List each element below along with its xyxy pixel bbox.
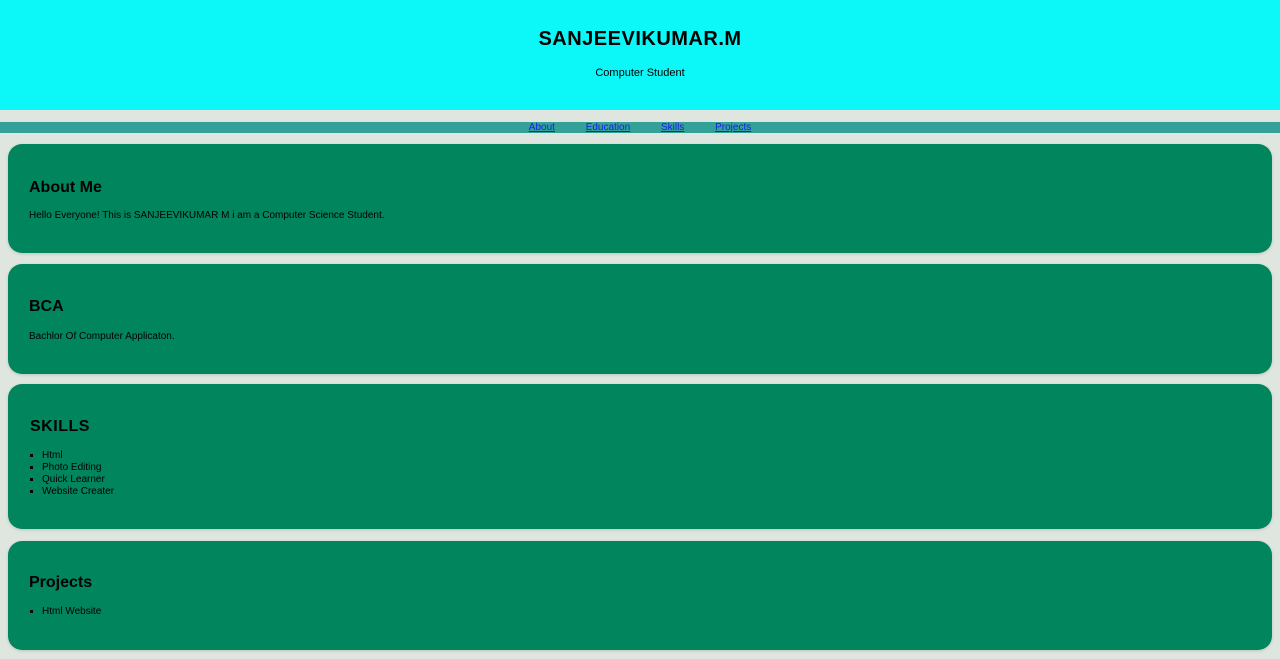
nav-link-about[interactable]: About [529,122,555,133]
about-section: About Me Hello Everyone! This is SANJEEV… [8,144,1272,253]
education-heading: BCA [29,298,64,315]
projects-list: Html Website [30,606,101,618]
skills-section: SKILLS Html Photo Editing Quick Learner … [8,384,1272,529]
nav-link-projects[interactable]: Projects [715,122,751,133]
projects-section: Projects Html Website [8,541,1272,650]
projects-heading: Projects [29,574,93,591]
skills-list-item: Html [42,450,114,462]
projects-list-item: Html Website [42,606,101,618]
page-header: SANJEEVIKUMAR.M Computer Student [0,0,1280,110]
skills-list-item: Photo Editing [42,462,114,474]
top-navigation: About Education Skills Projects [0,122,1280,133]
about-text: Hello Everyone! This is SANJEEVIKUMAR M … [29,210,385,221]
page-title: SANJEEVIKUMAR.M [538,28,742,50]
education-section: BCA Bachlor Of Computer Applicaton. [8,264,1272,374]
education-text: Bachlor Of Computer Applicaton. [29,331,175,342]
skills-heading: SKILLS [30,418,90,435]
nav-link-education[interactable]: Education [586,122,630,133]
skills-list: Html Photo Editing Quick Learner Website… [30,450,114,498]
skills-list-item: Quick Learner [42,474,114,486]
about-heading: About Me [29,179,102,196]
page-subtitle: Computer Student [595,67,685,79]
nav-link-skills[interactable]: Skills [661,122,684,133]
skills-list-item: Website Creater [42,486,114,498]
